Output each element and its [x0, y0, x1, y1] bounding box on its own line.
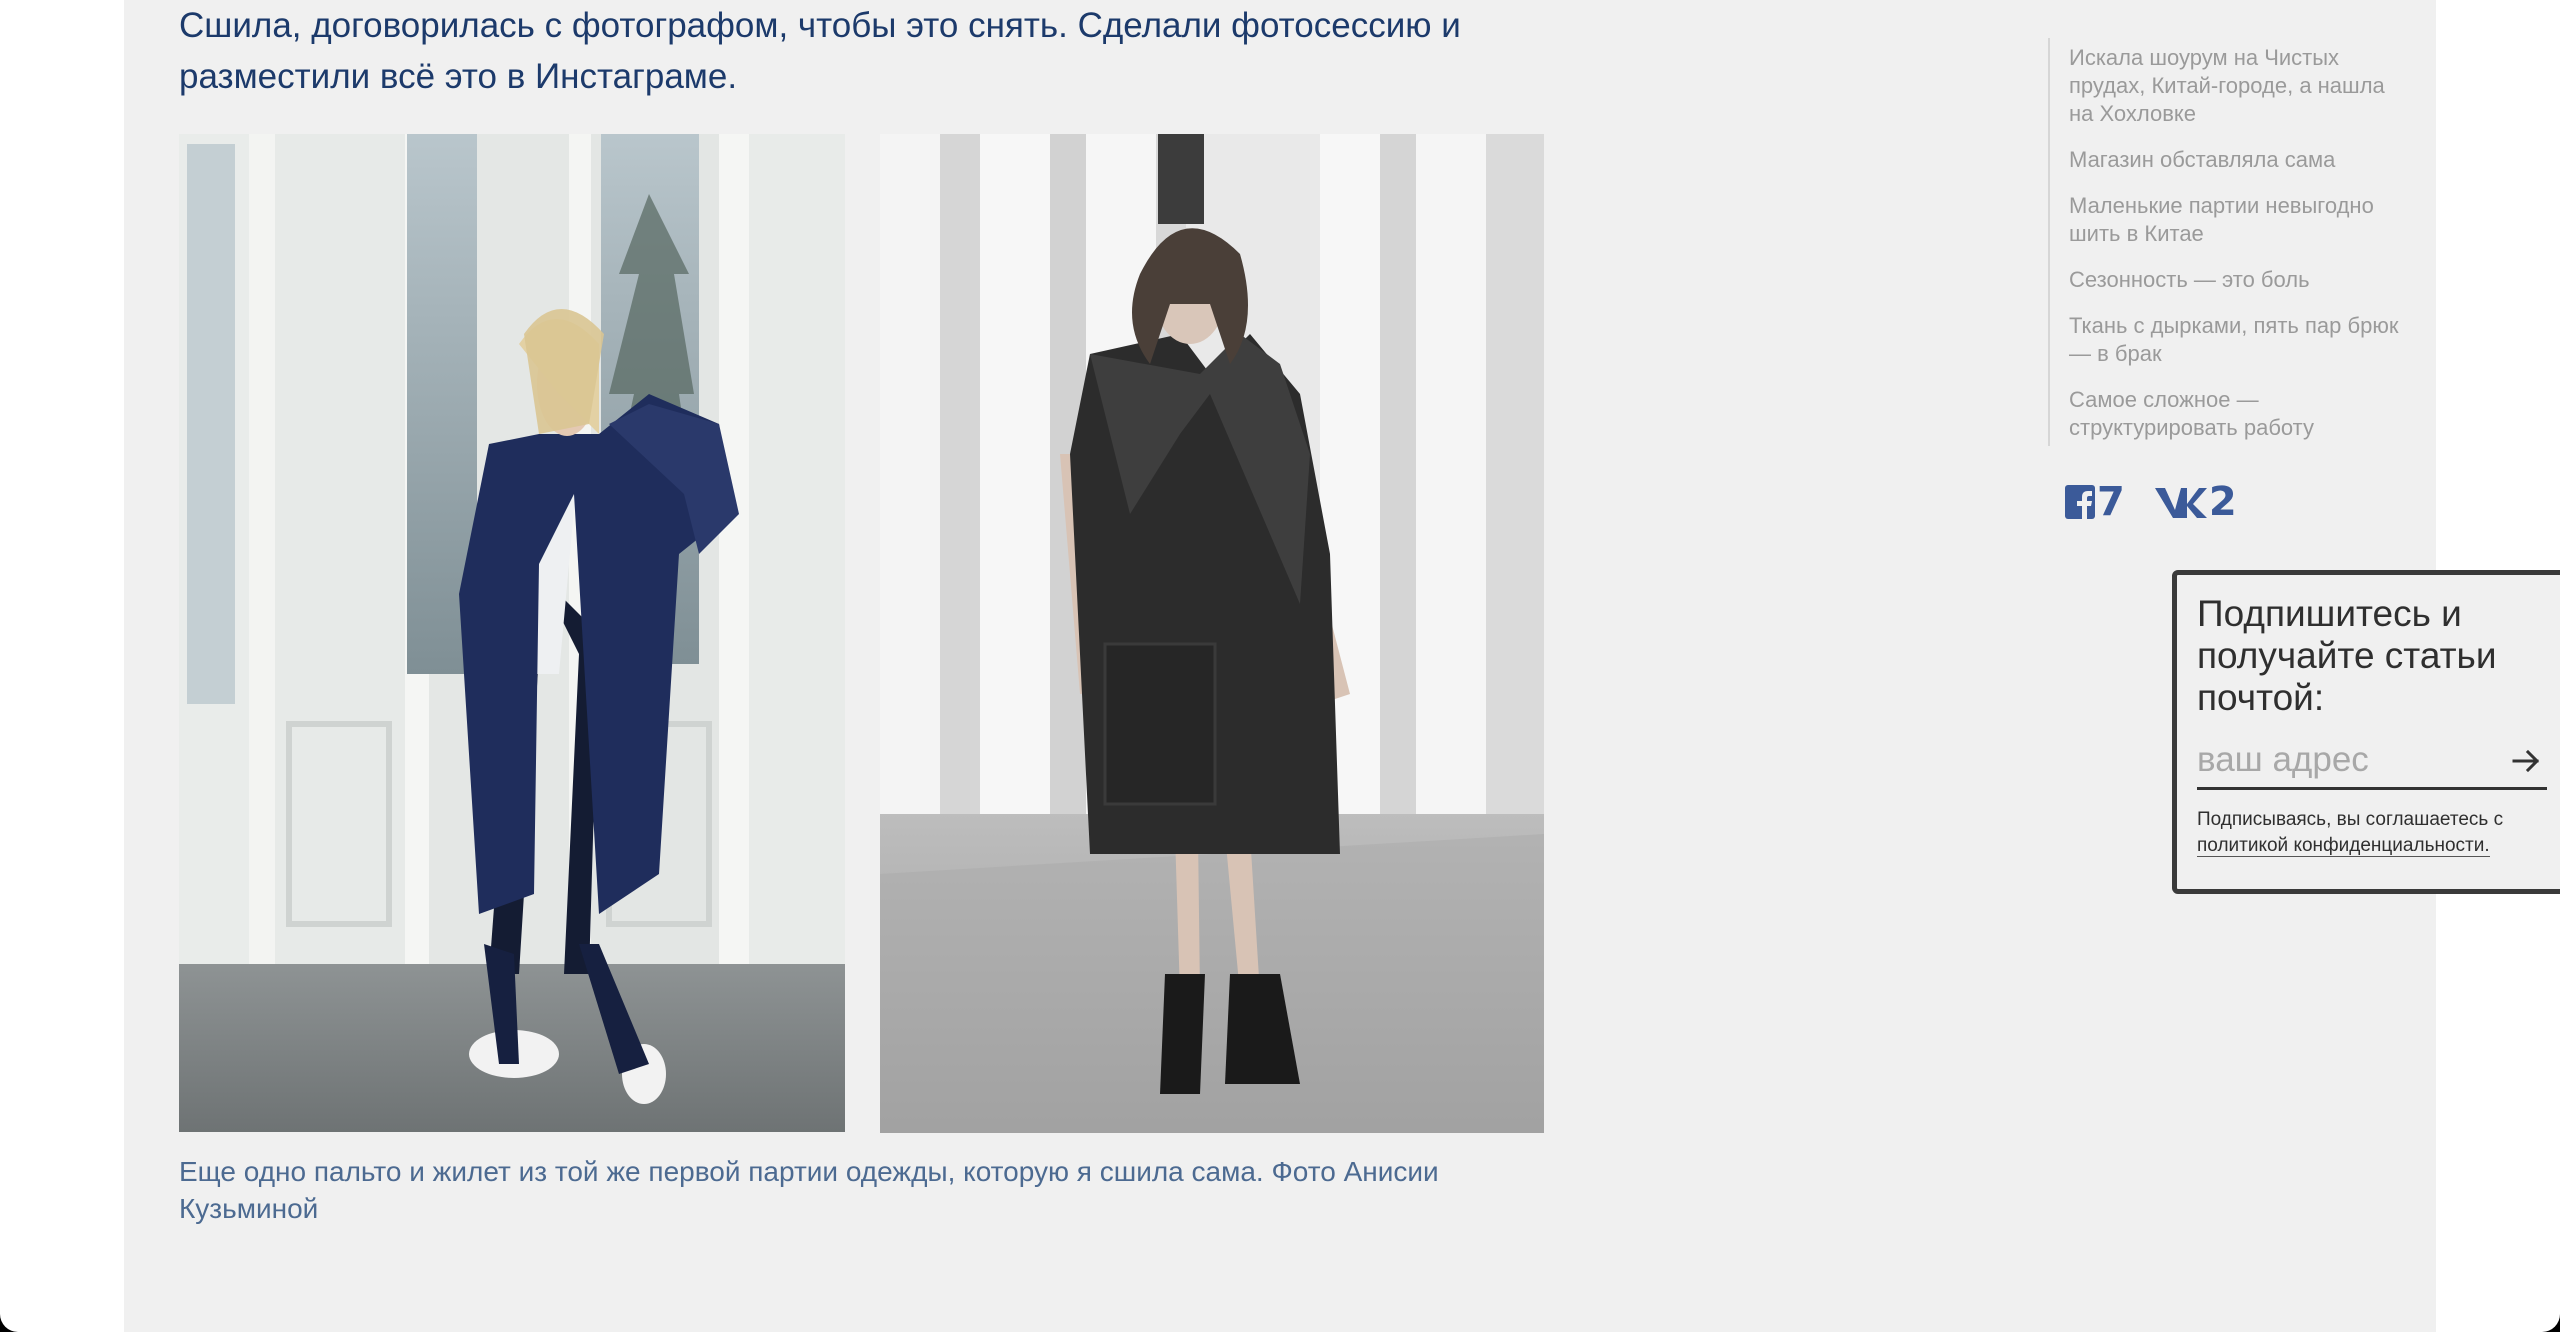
photo-caption: Еще одно пальто и жилет из той же первой…: [179, 1156, 1439, 1224]
toc-item-seasonality[interactable]: Сезонность — это боль: [2069, 266, 2399, 294]
toc-item-structuring-work[interactable]: Самое сложное — структурировать работу: [2069, 386, 2399, 442]
toc-item-defective-fabric[interactable]: Ткань с дырками, пять пар брюк — в брак: [2069, 312, 2399, 368]
browser-page: Сшила, договорилась с фотографом, чтобы …: [0, 0, 2560, 1332]
subscribe-submit-button[interactable]: [2511, 743, 2547, 779]
toc-item-small-batches[interactable]: Маленькие партии невыгодно шить в Китае: [2069, 192, 2399, 248]
article-content: Сшила, договорилась с фотографом, чтобы …: [124, 0, 2560, 1332]
table-of-contents: Искала шоурум на Чистых прудах, Китай-го…: [2048, 38, 2399, 446]
share-buttons: 7 2: [2065, 482, 2237, 522]
photo-navy-coat-image: [179, 134, 845, 1132]
facebook-icon: [2065, 485, 2095, 519]
photo-black-vest: [880, 134, 1544, 1133]
vk-share-count: 2: [2208, 479, 2237, 525]
consent-text: Подписываясь, вы соглашаетесь с: [2197, 809, 2504, 830]
subscribe-consent-note: Подписываясь, вы соглашаетесь с политико…: [2197, 807, 2560, 859]
toc-item-store-furnishing[interactable]: Магазин обставляла сама: [2069, 146, 2399, 174]
photo-navy-coat: [179, 134, 845, 1132]
toc-item-showroom[interactable]: Искала шоурум на Чистых прудах, Китай-го…: [2069, 44, 2399, 128]
subscribe-box: Подпишитесь и получайте статьи почтой: П…: [2172, 570, 2560, 894]
email-field[interactable]: [2197, 735, 2497, 785]
arrow-right-icon: [2512, 749, 2540, 773]
subscribe-form: [2197, 735, 2547, 790]
subscribe-title: Подпишитесь и получайте статьи почтой:: [2197, 593, 2497, 718]
privacy-policy-link[interactable]: политикой конфиденциальности.: [2197, 835, 2490, 857]
vk-icon: [2154, 488, 2207, 518]
article-paragraph: Сшила, договорилась с фотографом, чтобы …: [179, 6, 1461, 96]
facebook-share-button[interactable]: 7: [2065, 482, 2125, 522]
facebook-share-count: 7: [2097, 479, 2125, 525]
photo-black-vest-image: [880, 134, 1544, 1133]
vk-share-button[interactable]: 2: [2153, 482, 2237, 522]
